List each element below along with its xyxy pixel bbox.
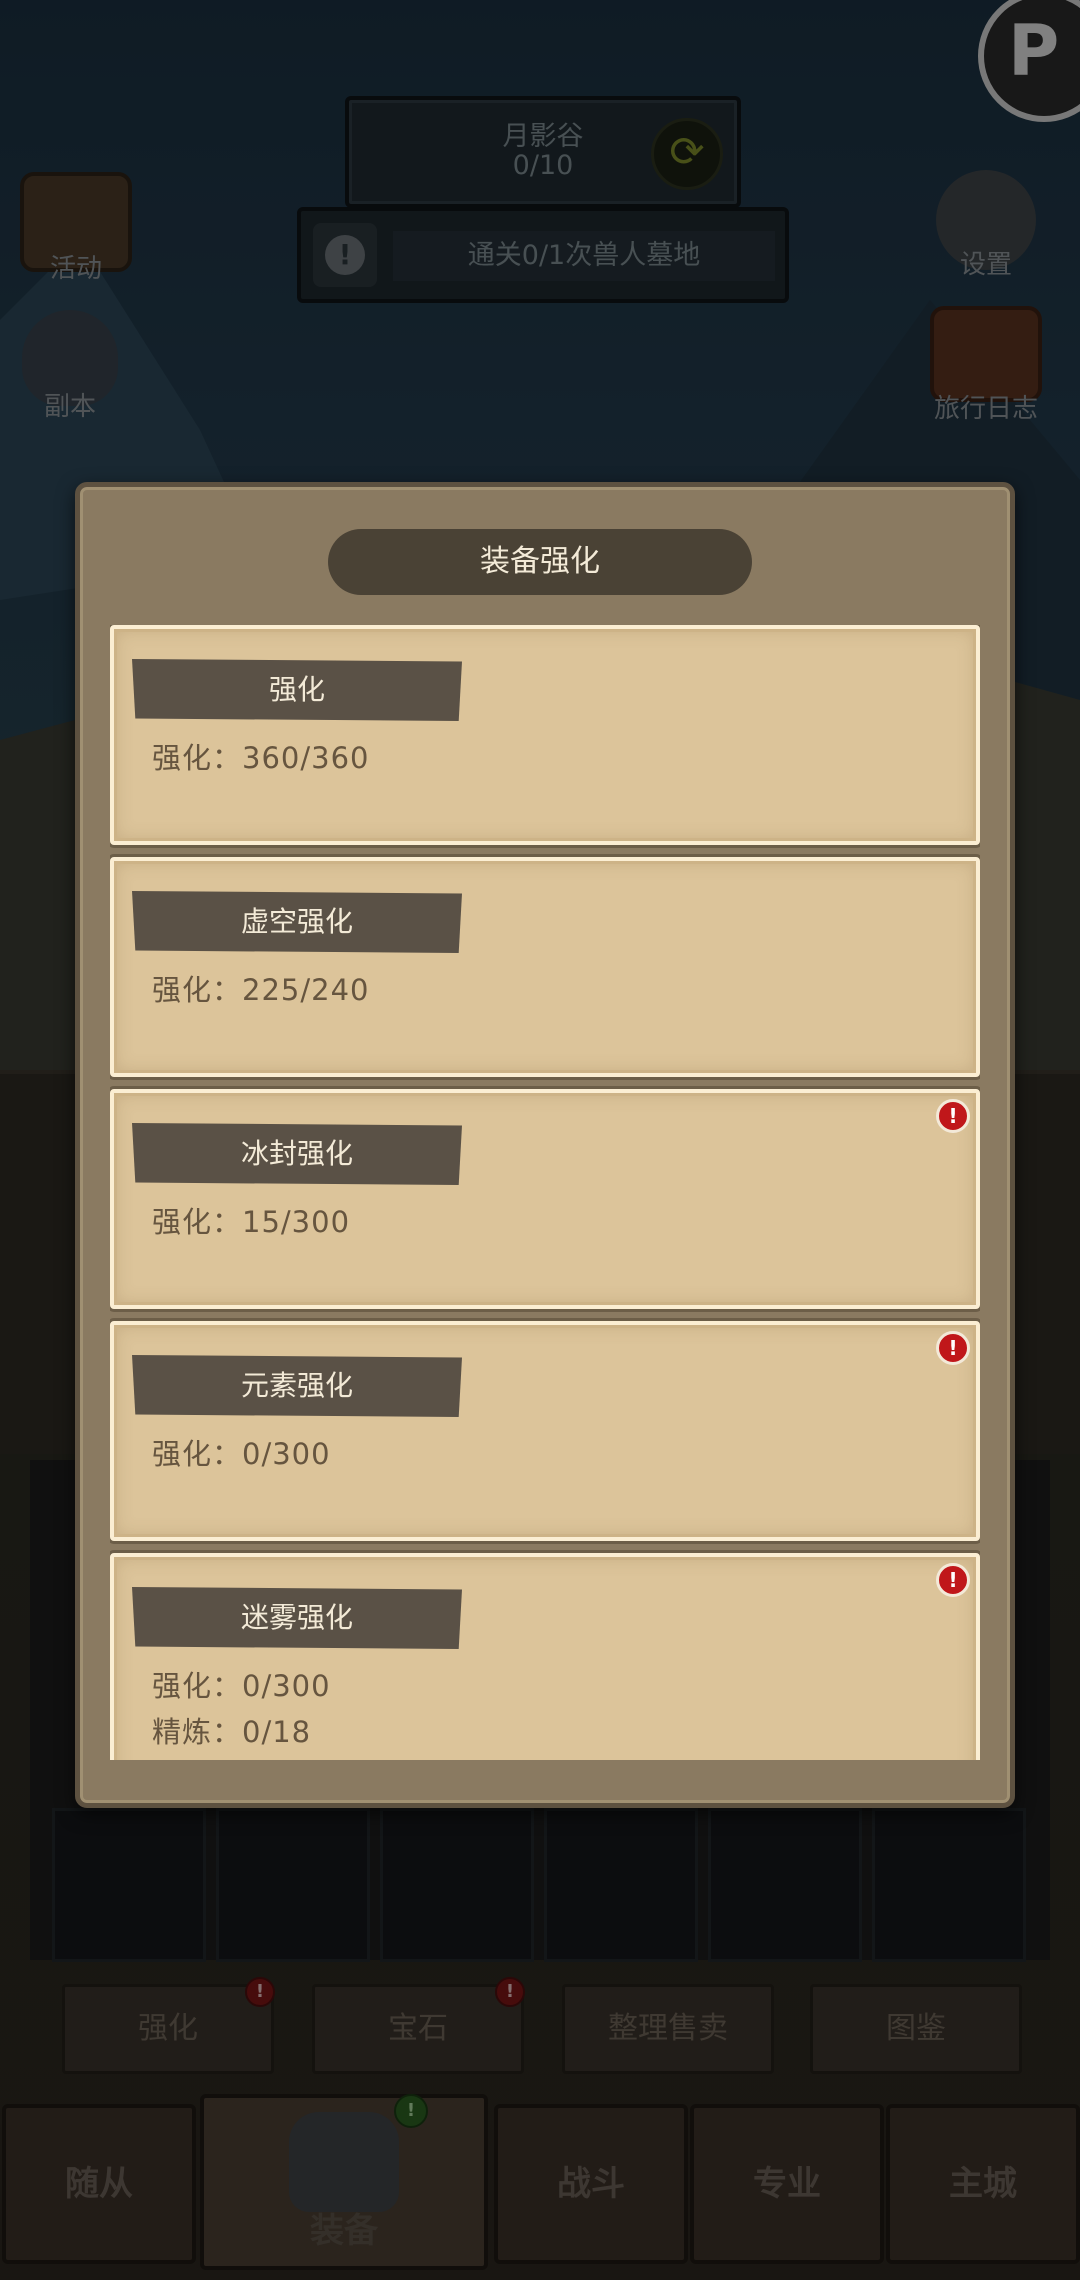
enhance-card-element[interactable]: 元素强化 强化：0/300 ! <box>110 1321 980 1541</box>
dialog-title: 装备强化 <box>328 529 752 595</box>
card-progress: 强化：15/300 <box>152 1205 351 1239</box>
card-progress: 强化：0/300 <box>152 1437 331 1471</box>
alert-icon: ! <box>936 1331 970 1365</box>
enhance-card-void[interactable]: 虚空强化 强化：225/240 <box>110 857 980 1077</box>
card-title: 强化 <box>132 659 462 721</box>
card-progress: 强化：225/240 <box>152 973 370 1007</box>
card-title: 冰封强化 <box>132 1123 462 1185</box>
alert-icon: ! <box>936 1563 970 1597</box>
card-title: 迷雾强化 <box>132 1587 462 1649</box>
card-progress: 强化：360/360 <box>152 741 370 775</box>
card-progress: 强化：0/300 <box>152 1669 331 1703</box>
card-title: 虚空强化 <box>132 891 462 953</box>
enhance-card-mist[interactable]: 迷雾强化 强化：0/300 精炼：0/18 ! <box>110 1553 980 1760</box>
enhance-card-frost[interactable]: 冰封强化 强化：15/300 ! <box>110 1089 980 1309</box>
card-title: 元素强化 <box>132 1355 462 1417</box>
alert-icon: ! <box>936 1099 970 1133</box>
equipment-enhance-dialog: 装备强化 强化 强化：360/360 虚空强化 强化：225/240 冰封强化 … <box>75 482 1015 1808</box>
enhance-list[interactable]: 强化 强化：360/360 虚空强化 强化：225/240 冰封强化 强化：15… <box>110 625 980 1760</box>
card-refine-progress: 精炼：0/18 <box>152 1715 312 1749</box>
enhance-card-basic[interactable]: 强化 强化：360/360 <box>110 625 980 845</box>
